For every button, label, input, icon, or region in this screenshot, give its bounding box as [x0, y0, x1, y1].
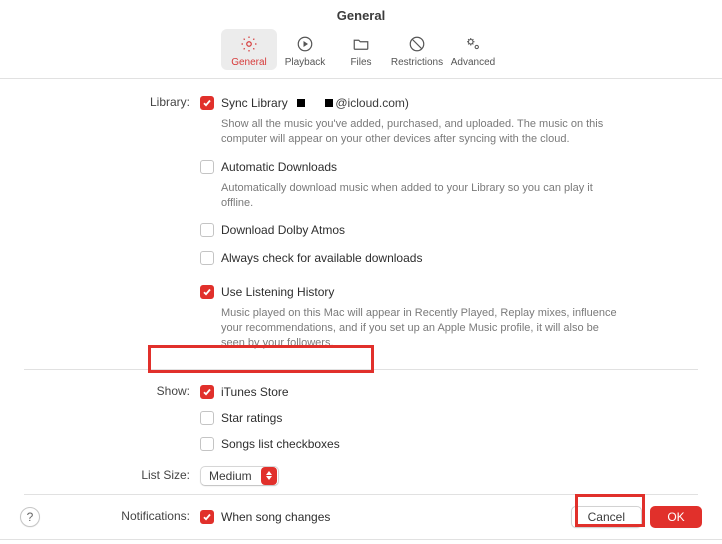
list-size-label: List Size:: [24, 466, 200, 482]
play-icon: [277, 33, 333, 55]
tab-playback[interactable]: Playback: [277, 29, 333, 70]
automatic-downloads-desc: Automatically download music when added …: [200, 177, 630, 221]
tab-restrictions[interactable]: Restrictions: [389, 29, 445, 70]
ban-icon: [389, 33, 445, 55]
show-label: Show:: [24, 382, 200, 398]
toolbar: General Playback Files Restrictions Adva…: [0, 29, 722, 79]
sync-library-label: Sync Library: [221, 96, 288, 110]
help-button[interactable]: ?: [20, 507, 40, 527]
list-size-value: Medium: [201, 469, 260, 483]
listening-history-desc: Music played on this Mac will appear in …: [200, 302, 630, 361]
tab-general[interactable]: General: [221, 29, 277, 70]
itunes-store-checkbox[interactable]: [200, 385, 214, 399]
automatic-downloads-label: Automatic Downloads: [221, 160, 337, 174]
songs-list-checkboxes-checkbox[interactable]: [200, 437, 214, 451]
automatic-downloads-checkbox[interactable]: [200, 160, 214, 174]
sync-library-desc: Show all the music you've added, purchas…: [200, 113, 630, 157]
list-size-select[interactable]: Medium: [200, 466, 279, 486]
gear-icon: [221, 33, 277, 55]
preferences-window: { "title": "General", "tabs": [ {"label"…: [0, 0, 722, 544]
tab-label: Advanced: [445, 57, 501, 68]
star-ratings-checkbox[interactable]: [200, 411, 214, 425]
tab-label: Playback: [277, 57, 333, 68]
star-ratings-label: Star ratings: [221, 411, 282, 425]
tab-label: Files: [333, 57, 389, 68]
window-title: General: [0, 0, 722, 29]
sync-library-checkbox[interactable]: [200, 96, 214, 110]
itunes-store-label: iTunes Store: [221, 385, 289, 399]
sync-library-account: @icloud.com): [297, 96, 409, 110]
footer: ? Cancel OK: [0, 494, 722, 544]
cogs-icon: [445, 33, 501, 55]
download-dolby-label: Download Dolby Atmos: [221, 223, 345, 237]
listening-history-checkbox[interactable]: [200, 285, 214, 299]
download-dolby-checkbox[interactable]: [200, 223, 214, 237]
cancel-button[interactable]: Cancel: [571, 506, 642, 528]
folder-icon: [333, 33, 389, 55]
chevron-updown-icon: [261, 467, 277, 485]
tab-label: Restrictions: [389, 57, 445, 68]
songs-list-checkboxes-label: Songs list checkboxes: [221, 437, 340, 451]
library-label: Library:: [24, 93, 200, 109]
ok-button[interactable]: OK: [650, 506, 702, 528]
content: Library: Sync Library @icloud.com) Show …: [0, 79, 722, 540]
tab-files[interactable]: Files: [333, 29, 389, 70]
always-check-checkbox[interactable]: [200, 251, 214, 265]
always-check-label: Always check for available downloads: [221, 251, 422, 265]
tab-advanced[interactable]: Advanced: [445, 29, 501, 70]
listening-history-label: Use Listening History: [221, 285, 334, 299]
tab-label: General: [221, 57, 277, 68]
